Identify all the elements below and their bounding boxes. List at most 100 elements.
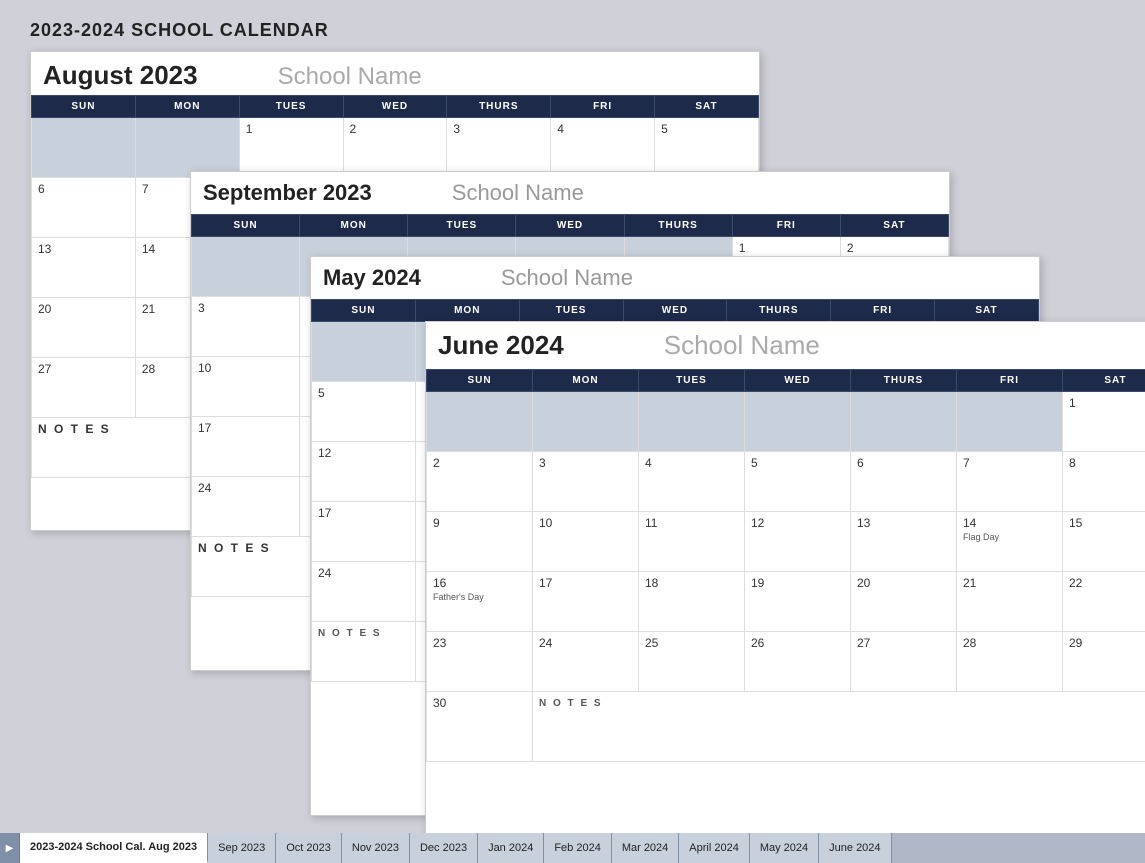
tab-bar: ▶ 2023-2024 School Cal. Aug 2023 Sep 202… (0, 833, 1145, 863)
june-calendar: June 2024 School Name SUN MON TUES WED T… (425, 321, 1145, 833)
table-row: 14Flag Day (957, 512, 1063, 572)
table-row (312, 322, 416, 382)
sep-col-sun: SUN (192, 215, 300, 237)
table-row: 13 (851, 512, 957, 572)
may-col-thu: THURS (727, 300, 831, 322)
jun-col-sun: SUN (427, 370, 533, 392)
table-row: 6 (851, 452, 957, 512)
sep-col-tue: TUES (408, 215, 516, 237)
jun-col-thu: THURS (851, 370, 957, 392)
table-row: 17 (533, 572, 639, 632)
sep-col-wed: WED (516, 215, 624, 237)
may-col-sun: SUN (312, 300, 416, 322)
table-row: 25 (639, 632, 745, 692)
table-row: 16Father's Day (427, 572, 533, 632)
aug-col-tue: TUES (239, 96, 343, 118)
tab-mar-2024[interactable]: Mar 2024 (612, 833, 679, 863)
tab-prev-arrow[interactable]: ▶ (0, 833, 20, 863)
tab-jun-2024[interactable]: June 2024 (819, 833, 891, 863)
table-row: 20 (851, 572, 957, 632)
table-row: 13 (32, 238, 136, 298)
jun-col-sat: SAT (1063, 370, 1145, 392)
tab-oct-2023[interactable]: Oct 2023 (276, 833, 342, 863)
table-row: 17 (312, 502, 416, 562)
jun-col-wed: WED (745, 370, 851, 392)
table-row: 10 (533, 512, 639, 572)
jun-col-mon: MON (533, 370, 639, 392)
table-row: 5 (745, 452, 851, 512)
may-col-fri: FRI (831, 300, 935, 322)
table-row: 17 (192, 417, 300, 477)
tab-aug-2023[interactable]: 2023-2024 School Cal. Aug 2023 (20, 833, 208, 863)
sep-col-fri: FRI (732, 215, 840, 237)
table-row (745, 392, 851, 452)
table-row: 12 (312, 442, 416, 502)
aug-col-fri: FRI (551, 96, 655, 118)
table-row: 26 (745, 632, 851, 692)
table-row: 12 (745, 512, 851, 572)
sep-col-thu: THURS (624, 215, 732, 237)
table-row: 15 (1063, 512, 1145, 572)
aug-col-wed: WED (343, 96, 447, 118)
table-row: 19 (745, 572, 851, 632)
table-row: 4 (551, 118, 655, 178)
sep-header: September 2023 School Name (191, 172, 949, 214)
jun-month-title: June 2024 (438, 330, 564, 361)
jun-col-fri: FRI (957, 370, 1063, 392)
page-title: 2023-2024 SCHOOL CALENDAR (30, 20, 1115, 41)
table-row: 23 (427, 632, 533, 692)
calendar-stack: August 2023 School Name SUN MON TUES WED… (30, 51, 1115, 831)
jun-school-name: School Name (664, 330, 820, 361)
jun-grid: SUN MON TUES WED THURS FRI SAT (426, 369, 1145, 762)
table-row: 8 (1063, 452, 1145, 512)
tab-jan-2024[interactable]: Jan 2024 (478, 833, 544, 863)
jun-header: June 2024 School Name (426, 322, 1145, 369)
table-row: 7 (957, 452, 1063, 512)
tab-sep-2023[interactable]: Sep 2023 (208, 833, 276, 863)
table-row: 28 (957, 632, 1063, 692)
table-row: 2 (427, 452, 533, 512)
table-row (427, 392, 533, 452)
tab-apr-2024[interactable]: April 2024 (679, 833, 750, 863)
table-row (851, 392, 957, 452)
table-row: 1 (239, 118, 343, 178)
table-row: 3 (447, 118, 551, 178)
table-row: 11 (639, 512, 745, 572)
may-school-name: School Name (501, 265, 633, 291)
table-row: 27 (851, 632, 957, 692)
aug-month-title: August 2023 (43, 60, 198, 91)
may-col-wed: WED (623, 300, 727, 322)
sep-school-name: School Name (452, 180, 584, 206)
table-row: 24 (533, 632, 639, 692)
aug-col-mon: MON (135, 96, 239, 118)
aug-school-name: School Name (278, 63, 422, 91)
table-row: 24 (312, 562, 416, 622)
sep-month-title: September 2023 (203, 180, 372, 206)
table-row: 1 (1063, 392, 1145, 452)
may-header: May 2024 School Name (311, 257, 1039, 299)
tab-may-2024[interactable]: May 2024 (750, 833, 819, 863)
main-area: 2023-2024 SCHOOL CALENDAR August 2023 Sc… (0, 0, 1145, 833)
table-row: 21 (957, 572, 1063, 632)
aug-col-sat: SAT (655, 96, 759, 118)
may-col-tue: TUES (519, 300, 623, 322)
aug-col-sun: SUN (32, 96, 136, 118)
aug-col-thu: THURS (447, 96, 551, 118)
table-row: 18 (639, 572, 745, 632)
table-row: 3 (192, 297, 300, 357)
tab-feb-2024[interactable]: Feb 2024 (544, 833, 611, 863)
jun-col-tue: TUES (639, 370, 745, 392)
may-col-sat: SAT (935, 300, 1039, 322)
tab-nov-2023[interactable]: Nov 2023 (342, 833, 410, 863)
tab-dec-2023[interactable]: Dec 2023 (410, 833, 478, 863)
table-row: 27 (32, 358, 136, 418)
table-row: 20 (32, 298, 136, 358)
may-month-title: May 2024 (323, 265, 421, 291)
aug-header: August 2023 School Name (31, 52, 759, 95)
sep-col-sat: SAT (840, 215, 948, 237)
jun-notes: N O T E S (533, 692, 1145, 762)
table-row: 5 (312, 382, 416, 442)
table-row (957, 392, 1063, 452)
table-row (639, 392, 745, 452)
sep-col-mon: MON (300, 215, 408, 237)
